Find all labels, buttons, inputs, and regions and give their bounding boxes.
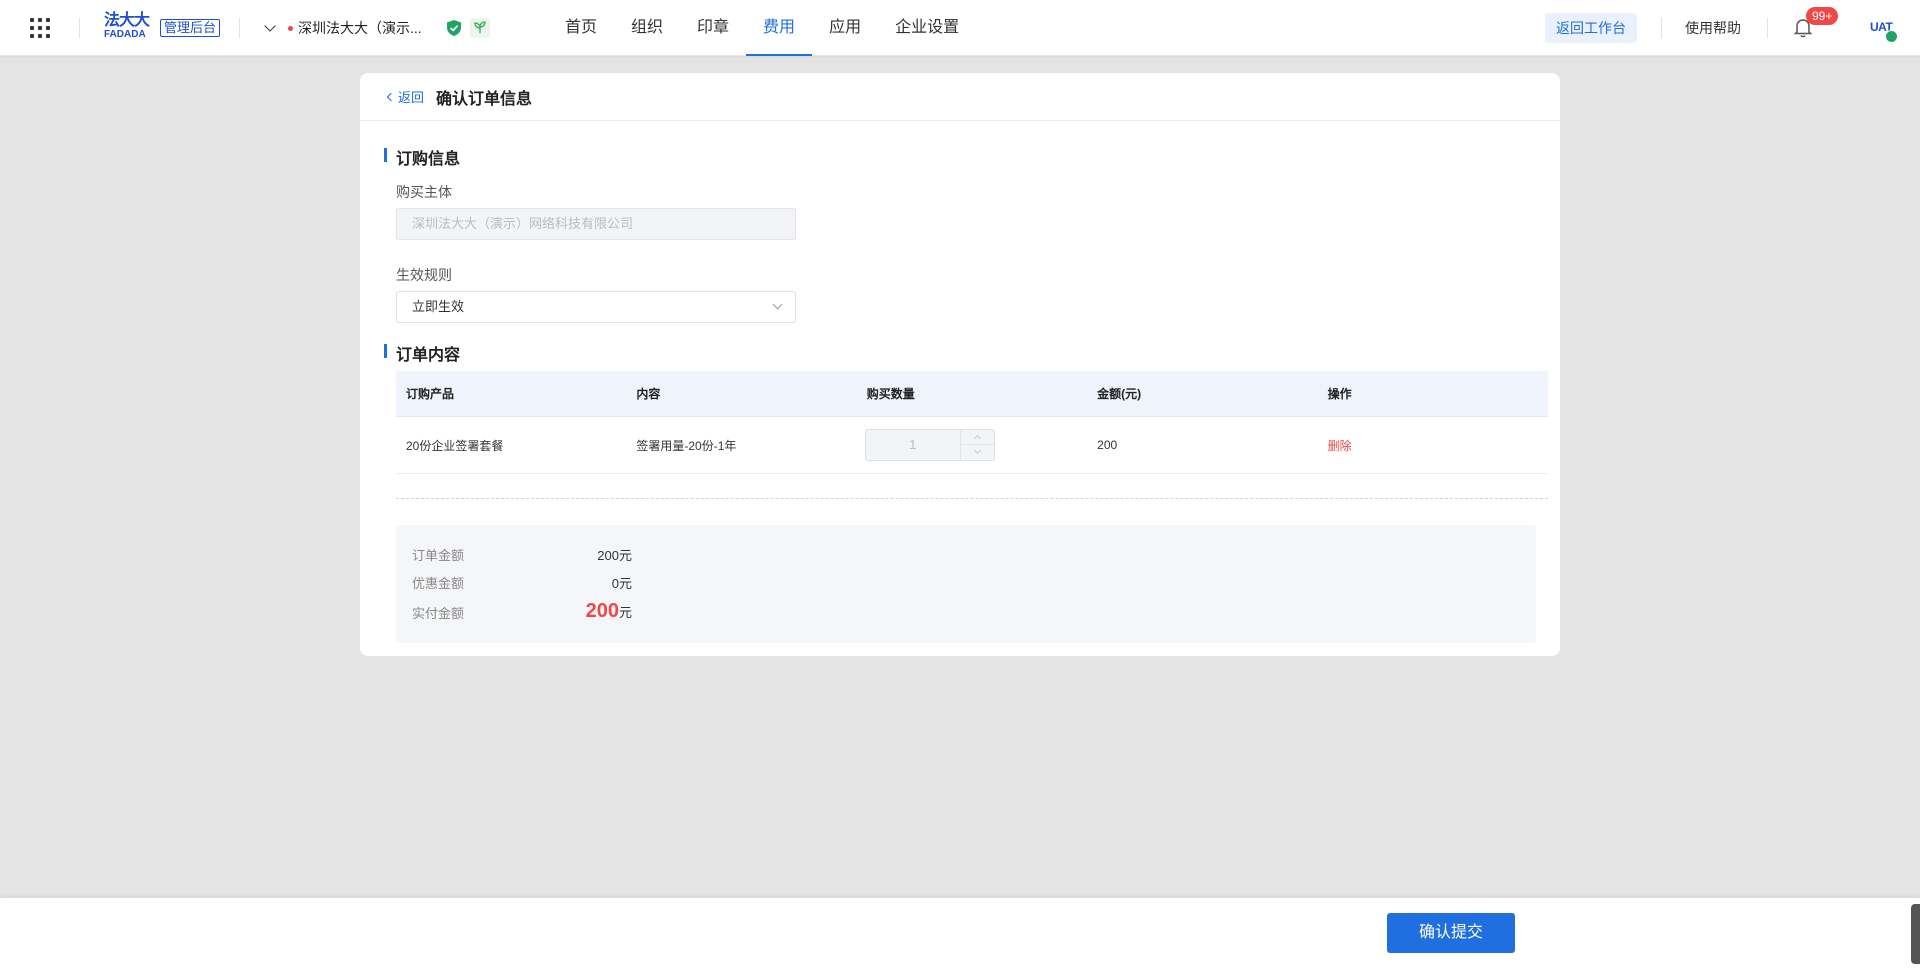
nav-home[interactable]: 首页 <box>548 0 614 56</box>
column-header: 操作 <box>1327 387 1352 401</box>
divider <box>1661 18 1662 38</box>
buyer-label: 购买主体 <box>396 184 452 200</box>
green-leaf-icon[interactable] <box>470 18 490 38</box>
increment-button[interactable] <box>960 430 994 445</box>
quantity-stepper[interactable]: 1 <box>864 429 995 461</box>
main-nav: 首页 组织 印章 费用 应用 企业设置 <box>548 0 976 56</box>
order-amount-label: 订单金额 <box>412 548 465 563</box>
section-title-order-content: 订单内容 <box>384 341 460 365</box>
quantity-cell: 1 <box>857 429 1087 461</box>
product-cell: 20份企业签署套餐 <box>406 438 504 453</box>
effective-rule-label: 生效规则 <box>396 267 452 283</box>
paid-amount: 200 <box>585 600 619 622</box>
order-amount-row: 订单金额 200元 <box>412 545 632 565</box>
status-dot <box>288 25 293 31</box>
buyer-input: 深圳法大大（演示）网络科技有限公司 <box>396 208 796 240</box>
discount-row: 优惠金额 0元 <box>412 573 632 593</box>
help-link[interactable]: 使用帮助 <box>1685 18 1741 38</box>
nav-enterprise-settings[interactable]: 企业设置 <box>878 0 976 56</box>
chevron-down-icon <box>772 299 783 310</box>
chevron-down-icon <box>973 446 981 455</box>
verified-shield-icon[interactable] <box>446 19 462 37</box>
top-navigation-bar: 法大大 FADADA 管理后台 深圳法大大（演示... 首页 组织 印章 费用 … <box>0 0 1920 56</box>
fadada-logo: 法大大 FADADA <box>104 13 156 43</box>
side-panel-handle[interactable] <box>1911 904 1920 964</box>
admin-console-tag: 管理后台 <box>160 19 221 37</box>
bottom-action-bar: 确认提交 <box>0 898 1920 969</box>
nav-organization[interactable]: 组织 <box>614 0 680 56</box>
quantity-value: 1 <box>909 437 917 452</box>
notification-badge: 99+ <box>1806 7 1839 25</box>
delete-button[interactable]: 删除 <box>1328 439 1352 453</box>
logo-text-en: FADADA <box>104 29 146 40</box>
app-grid-icon[interactable] <box>30 18 50 38</box>
back-label: 返回 <box>398 90 425 105</box>
paid-value: 200元 <box>586 600 632 623</box>
table-header: 订购产品 内容 购买数量 金额(元) 操作 <box>396 371 1548 417</box>
column-header: 订购产品 <box>406 387 455 401</box>
page-title: 确认订单信息 <box>436 90 533 108</box>
effective-rule-value: 立即生效 <box>412 299 465 314</box>
discount-label: 优惠金额 <box>412 576 465 591</box>
column-header: 内容 <box>636 387 661 401</box>
effective-rule-select[interactable]: 立即生效 <box>396 291 796 323</box>
amount-cell: 200 <box>1097 438 1118 452</box>
discount-value: 0元 <box>611 576 632 591</box>
nav-apps[interactable]: 应用 <box>812 0 878 56</box>
paid-label: 实付金额 <box>412 606 465 621</box>
decrement-button[interactable] <box>961 445 994 460</box>
paid-row: 实付金额 200元 <box>412 600 632 623</box>
nav-seal[interactable]: 印章 <box>680 0 746 56</box>
confirm-submit-button[interactable]: 确认提交 <box>1387 913 1515 953</box>
divider <box>239 18 240 38</box>
card-header: 返回 确认订单信息 <box>360 73 1560 121</box>
back-button[interactable]: 返回 <box>386 87 425 106</box>
paid-unit: 元 <box>618 605 632 620</box>
column-header: 购买数量 <box>866 387 915 401</box>
content-cell: 签署用量-20份-1年 <box>636 438 737 453</box>
chevron-down-icon <box>264 19 276 32</box>
column-header: 金额(元) <box>1097 387 1142 401</box>
company-switcher[interactable]: 深圳法大大（演示... <box>264 16 422 40</box>
chevron-left-icon <box>386 92 396 101</box>
logo-text-cn: 法大大 <box>104 12 150 29</box>
verified-check-icon <box>1885 30 1898 43</box>
divider <box>396 498 1548 499</box>
chevron-up-icon <box>973 434 981 443</box>
nav-billing[interactable]: 费用 <box>746 0 813 56</box>
back-to-workspace-button[interactable]: 返回工作台 <box>1545 13 1637 43</box>
avatar[interactable]: UAT <box>1868 17 1900 45</box>
stepper-controls <box>959 430 994 460</box>
order-confirm-card: 返回 确认订单信息 订购信息 购买主体 深圳法大大（演示）网络科技有限公司 生效… <box>360 73 1560 656</box>
company-name: 深圳法大大（演示... <box>298 20 422 36</box>
order-amount-value: 200元 <box>597 548 632 563</box>
divider <box>79 18 80 38</box>
divider <box>1767 18 1768 38</box>
order-table: 订购产品 内容 购买数量 金额(元) 操作 20份企业签署套餐 签署用量-20份… <box>396 371 1548 474</box>
action-cell: 删除 <box>1318 437 1548 454</box>
order-summary: 订单金额 200元 优惠金额 0元 实付金额 200元 <box>396 525 1536 643</box>
table-row: 20份企业签署套餐 签署用量-20份-1年 1 200 删除 <box>396 417 1548 474</box>
section-title-order-info: 订购信息 <box>384 145 460 169</box>
